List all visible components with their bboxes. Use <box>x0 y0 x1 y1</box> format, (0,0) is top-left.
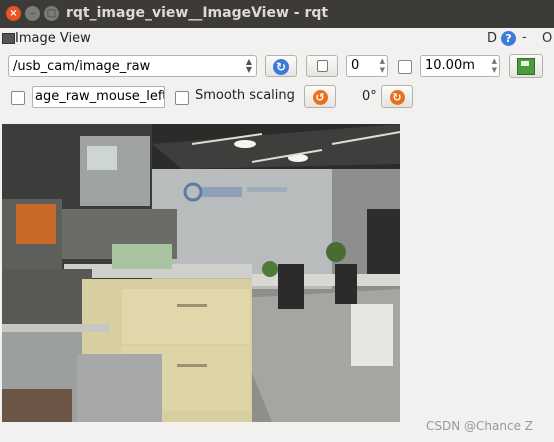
maximize-window-button[interactable]: □ <box>44 6 59 21</box>
help-button[interactable]: ? <box>501 31 516 46</box>
refresh-icon: ↻ <box>273 59 289 75</box>
topic-select[interactable]: /usb_cam/image_raw ▲ ▼ <box>8 55 257 77</box>
max-range-value: 10.00m <box>425 58 475 73</box>
value-spinbox[interactable]: 0 ▲ ▼ <box>346 55 388 77</box>
mouse-topic-input[interactable]: age_raw_mouse_left <box>32 86 165 108</box>
topic-select-value: /usb_cam/image_raw <box>13 59 151 74</box>
dock-close-button[interactable]: O <box>542 31 552 46</box>
publish-click-checkbox[interactable] <box>11 91 25 105</box>
dock-title: Image View <box>15 31 91 46</box>
smooth-scaling-label: Smooth scaling <box>195 88 295 103</box>
refresh-topics-button[interactable]: ↻ <box>265 55 297 77</box>
spin-arrows-icon: ▲ ▼ <box>379 57 385 74</box>
dynamic-range-checkbox[interactable] <box>398 60 412 74</box>
rotate-left-icon: ↺ <box>312 90 328 105</box>
image-toggle-button[interactable] <box>306 55 338 77</box>
title-bar: × – □ rqt_image_view__ImageView - rqt <box>0 0 554 28</box>
camera-frame-graphic <box>2 124 400 422</box>
chevron-updown-icon: ▲ ▼ <box>245 57 252 74</box>
smooth-scaling-checkbox[interactable] <box>175 91 189 105</box>
dock-minimize-button[interactable]: - <box>522 30 527 45</box>
watermark-text: CSDN @Chance Z <box>426 419 533 433</box>
camera-image[interactable] <box>2 124 400 422</box>
minimize-window-button[interactable]: – <box>25 6 40 21</box>
rotate-right-icon: ↻ <box>389 90 405 105</box>
rotate-right-button[interactable]: ↻ <box>381 85 413 108</box>
save-icon <box>517 58 535 75</box>
dock-title-bar: Image View D ? - O <box>0 30 554 48</box>
window-title: rqt_image_view__ImageView - rqt <box>66 5 329 21</box>
dock-d-button[interactable]: D <box>487 31 497 46</box>
image-mode-icon <box>316 60 328 72</box>
save-image-button[interactable] <box>509 54 543 78</box>
value-spinbox-value: 0 <box>351 58 360 73</box>
rotation-angle: 0° <box>362 89 377 104</box>
spin-arrows-icon: ▲ ▼ <box>491 57 497 74</box>
rotate-left-button[interactable]: ↺ <box>304 85 336 108</box>
dock-widget-icon <box>2 33 15 44</box>
max-range-spinbox[interactable]: 10.00m ▲ ▼ <box>420 55 500 77</box>
close-window-button[interactable]: × <box>6 6 21 21</box>
